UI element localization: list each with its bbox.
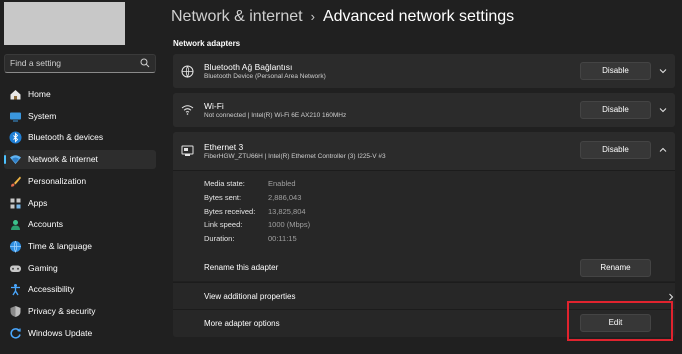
- sidebar-item-label: Windows Update: [28, 328, 93, 338]
- sidebar-item-label: System: [28, 111, 57, 121]
- chevron-up-icon[interactable]: [658, 145, 668, 155]
- network-icon: [10, 155, 21, 164]
- sidebar-item-label: Accounts: [28, 219, 63, 229]
- search-placeholder: Find a setting: [10, 58, 62, 68]
- rename-button[interactable]: Rename: [580, 259, 651, 277]
- brush-icon: [11, 176, 21, 187]
- sidebar-item-network[interactable]: Network & internet: [4, 150, 156, 169]
- breadcrumb-separator: ›: [310, 9, 315, 24]
- sidebar-item-gaming[interactable]: Gaming: [4, 259, 156, 278]
- disable-button[interactable]: Disable: [580, 62, 651, 80]
- sidebar-item-label: Time & language: [28, 241, 92, 251]
- disable-button[interactable]: Disable: [580, 141, 651, 159]
- search-icon: [140, 58, 150, 68]
- breadcrumb: Network & internet › Advanced network sett…: [171, 8, 514, 26]
- breadcrumb-parent[interactable]: Network & internet: [171, 8, 303, 25]
- adapter-card-ethernet[interactable]: Ethernet 3 FiberHGW_ZTU66H | Intel(R) Et…: [173, 132, 675, 170]
- sidebar-item-label: Privacy & security: [28, 306, 96, 316]
- wifi-icon: [181, 105, 194, 115]
- page-title: Advanced network settings: [322, 8, 515, 25]
- globe-icon: [10, 240, 21, 253]
- apps-icon: [10, 198, 21, 209]
- gaming-icon: [10, 265, 21, 272]
- adapter-detail: Bluetooth Device (Personal Area Network): [204, 73, 326, 80]
- sidebar-item-personalization[interactable]: Personalization: [4, 172, 156, 191]
- sidebar-item-label: Network & internet: [28, 154, 98, 164]
- sidebar-item-privacy[interactable]: Privacy & security: [4, 302, 156, 321]
- sidebar-item-home[interactable]: Home: [4, 85, 156, 104]
- sidebar-item-label: Gaming: [28, 263, 58, 273]
- active-indicator: [4, 155, 6, 164]
- adapter-card-wifi[interactable]: Wi-Fi Not connected | Intel(R) Wi-Fi 6E …: [173, 93, 675, 127]
- divider: [173, 170, 675, 171]
- adapter-detail: Not connected | Intel(R) Wi-Fi 6E AX210 …: [204, 112, 347, 119]
- adapter-name: Wi-Fi: [204, 101, 224, 111]
- sidebar-item-label: Accessibility: [28, 284, 75, 294]
- sidebar-item-windows-update[interactable]: Windows Update: [4, 324, 156, 343]
- home-icon: [10, 90, 21, 100]
- adapter-card-bluetooth[interactable]: Bluetooth Ağ Bağlantısı Bluetooth Device…: [173, 54, 675, 88]
- bluetooth-icon: [9, 131, 22, 144]
- shield-icon: [10, 306, 21, 317]
- chevron-down-icon[interactable]: [658, 66, 668, 76]
- adapter-name: Bluetooth Ağ Bağlantısı: [204, 62, 293, 72]
- adapter-name: Ethernet 3: [204, 142, 244, 152]
- disable-button[interactable]: Disable: [580, 101, 651, 119]
- settings-window: Find a setting Home System Bluetooth & d…: [0, 0, 682, 354]
- user-profile-image[interactable]: [4, 2, 125, 45]
- sidebar-item-system[interactable]: System: [4, 107, 156, 126]
- sidebar-item-accessibility[interactable]: Accessibility: [4, 280, 156, 299]
- search-input[interactable]: Find a setting: [4, 54, 156, 73]
- sidebar-item-label: Personalization: [28, 176, 87, 186]
- sidebar-item-label: Bluetooth & devices: [28, 132, 104, 142]
- sidebar-item-time-language[interactable]: Time & language: [4, 237, 156, 256]
- sidebar-item-label: Apps: [28, 198, 48, 208]
- sidebar-item-apps[interactable]: Apps: [4, 194, 156, 213]
- sidebar: Find a setting Home System Bluetooth & d…: [0, 0, 162, 354]
- sidebar-item-bluetooth[interactable]: Bluetooth & devices: [4, 128, 156, 147]
- chevron-down-icon[interactable]: [658, 105, 668, 115]
- accessibility-icon: [11, 284, 20, 296]
- bluetooth-network-icon: [181, 65, 194, 78]
- system-icon: [10, 112, 21, 122]
- update-icon: [10, 328, 21, 339]
- section-title: Network adapters: [173, 39, 241, 48]
- sidebar-item-accounts[interactable]: Accounts: [4, 215, 156, 234]
- highlight-box: [567, 301, 673, 341]
- accounts-icon: [11, 220, 20, 230]
- ethernet-icon: [181, 145, 194, 156]
- sidebar-item-label: Home: [28, 89, 51, 99]
- adapter-detail: FiberHGW_ZTU66H | Intel(R) Ethernet Cont…: [204, 153, 386, 160]
